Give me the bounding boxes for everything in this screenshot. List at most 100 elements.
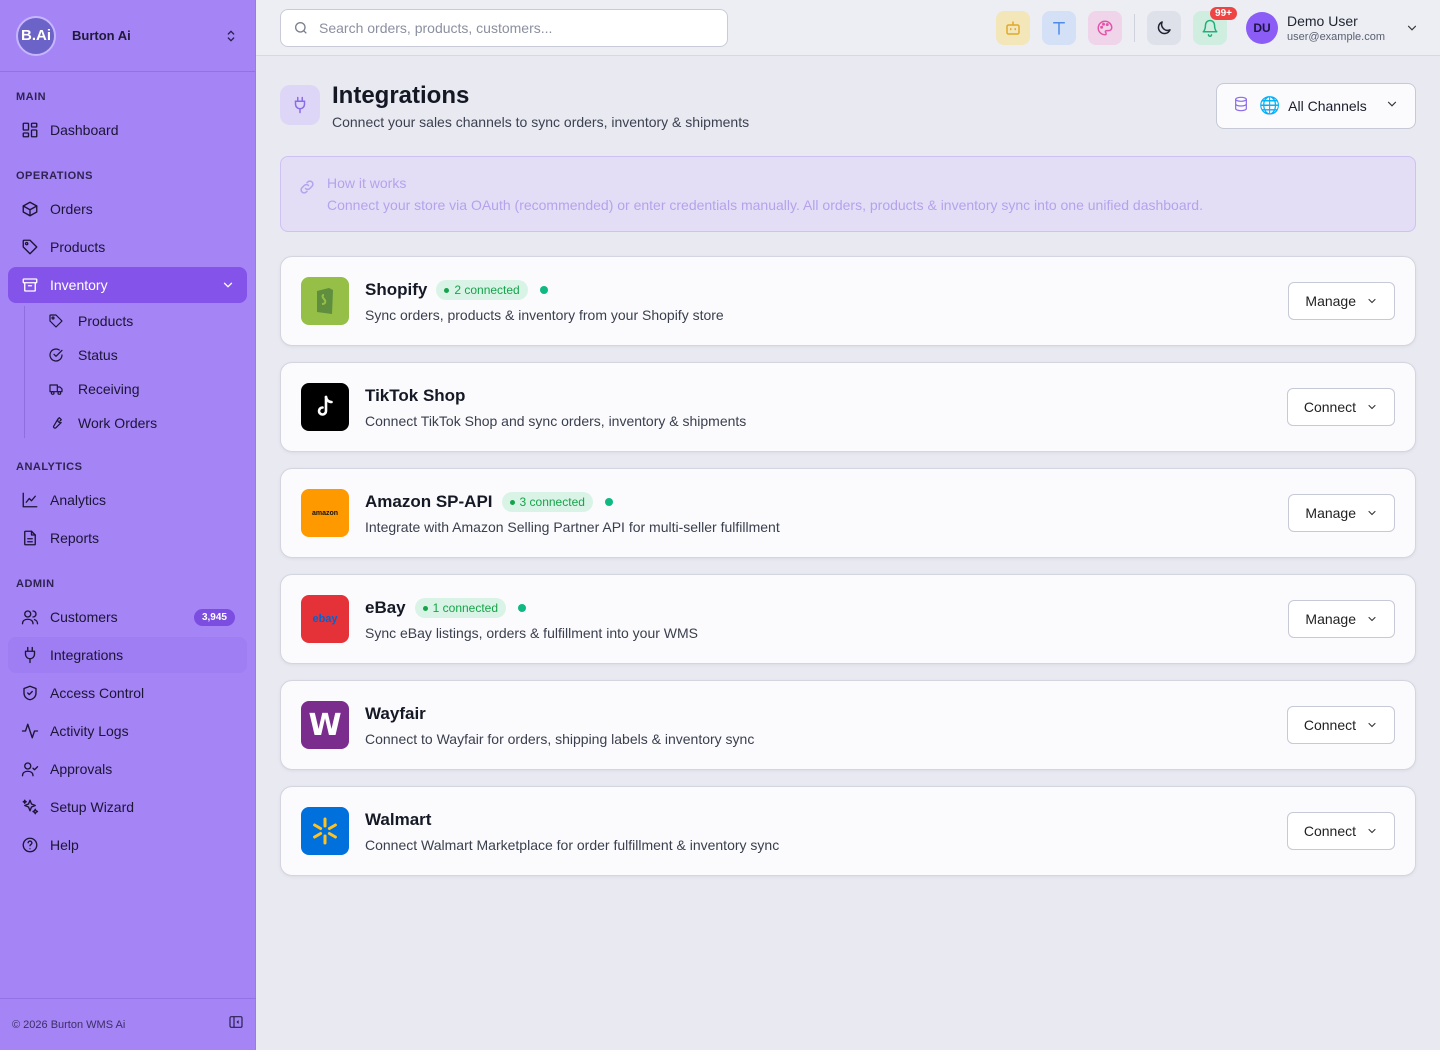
- sidebar-item-customers[interactable]: Customers 3,945: [8, 599, 247, 635]
- status-dot-icon: [444, 287, 450, 293]
- sidebar-item-analytics[interactable]: Analytics: [8, 482, 247, 518]
- dark-mode-toggle[interactable]: [1147, 11, 1181, 45]
- avatar: DU: [1246, 12, 1278, 44]
- palette-icon: [1097, 20, 1113, 36]
- integration-header: Walmart: [365, 810, 431, 830]
- wrench-icon: [48, 414, 66, 432]
- status-text: 1 connected: [432, 601, 499, 615]
- package-icon: [20, 199, 40, 219]
- file-text-icon: [20, 528, 40, 548]
- submenu-guide-line: [24, 306, 25, 438]
- sidebar-subitem-products[interactable]: Products: [40, 305, 141, 337]
- integration-header: eBay 1 connected: [365, 598, 527, 618]
- button-label: Manage: [1305, 505, 1356, 521]
- font-settings-button[interactable]: [1042, 11, 1076, 45]
- sidebar-item-inventory[interactable]: Inventory: [8, 267, 247, 303]
- channel-filter-select[interactable]: 🌐 All Channels: [1216, 83, 1416, 129]
- type-icon: [1053, 22, 1065, 35]
- button-label: Connect: [1303, 399, 1356, 415]
- sidebar-item-dashboard[interactable]: Dashboard: [8, 112, 247, 148]
- how-it-works-banner: How it works Connect your store via OAut…: [280, 156, 1416, 232]
- sidebar-item-activity-logs[interactable]: Activity Logs: [8, 713, 247, 749]
- sidebar-item-label: Integrations: [50, 647, 124, 663]
- sidebar-item-label: Products: [50, 239, 106, 255]
- chevron-down-icon: [1368, 616, 1376, 622]
- user-check-icon: [20, 759, 40, 779]
- truck-icon: [48, 380, 66, 398]
- check-circle-icon: [48, 346, 66, 364]
- ebay-logo-icon: ebay: [301, 595, 349, 643]
- notification-count-badge: 99+: [1210, 7, 1237, 20]
- manage-button[interactable]: Manage: [1288, 494, 1395, 532]
- user-menu[interactable]: DU Demo User user@example.com: [1246, 12, 1419, 44]
- manage-button[interactable]: Manage: [1288, 282, 1395, 320]
- sidebar-item-label: Analytics: [50, 492, 107, 508]
- sidebar-item-help[interactable]: Help: [8, 827, 247, 863]
- manage-button[interactable]: Manage: [1288, 600, 1395, 638]
- sidebar-subitem-work-orders[interactable]: Work Orders: [40, 407, 165, 439]
- chevron-down-icon: [1385, 97, 1399, 116]
- sidebar-item-label: Setup Wizard: [50, 799, 135, 815]
- shield-check-icon: [20, 683, 40, 703]
- sidebar-subitem-status[interactable]: Status: [40, 339, 126, 371]
- integration-card-amazon: amazon Amazon SP-API 3 connected Integra…: [280, 468, 1416, 558]
- integration-card-ebay: ebay eBay 1 connected Sync eBay listings…: [280, 574, 1416, 664]
- sidebar-subitem-receiving[interactable]: Receiving: [40, 373, 147, 405]
- section-label-analytics: ANALYTICS: [16, 461, 83, 473]
- database-icon: [1233, 96, 1249, 117]
- connect-button[interactable]: Connect: [1286, 388, 1395, 426]
- sidebar: B.Ai Burton Ai MAIN Dashboard OPERATIONS…: [0, 0, 256, 1050]
- chevron-down-icon: [1368, 722, 1376, 728]
- sidebar-item-products[interactable]: Products: [8, 229, 247, 265]
- wayfair-logo-icon: W: [301, 701, 349, 749]
- ebay-logo-text: ebay: [312, 613, 338, 625]
- sidebar-item-orders[interactable]: Orders: [8, 191, 247, 227]
- tiktok-logo-icon: [301, 383, 349, 431]
- customers-count-badge: 3,945: [193, 608, 235, 626]
- chevron-down-icon: [1407, 25, 1417, 31]
- sparkles-icon: [20, 797, 40, 817]
- walmart-spark-icon: [301, 807, 349, 855]
- connect-button[interactable]: Connect: [1286, 706, 1395, 744]
- status-dot-icon: [509, 499, 515, 505]
- search-box[interactable]: [280, 9, 728, 47]
- copyright-text: © 2026 Burton WMS Ai: [12, 1018, 126, 1031]
- collapse-sidebar-button[interactable]: [228, 1014, 244, 1035]
- layout-dashboard-icon: [20, 120, 40, 140]
- integration-card-wayfair: W Wayfair Connect to Wayfair for orders,…: [280, 680, 1416, 770]
- sidebar-item-access-control[interactable]: Access Control: [8, 675, 247, 711]
- integration-card-shopify: Shopify 2 connected Sync orders, product…: [280, 256, 1416, 346]
- search-input[interactable]: [319, 20, 715, 36]
- sidebar-item-label: Customers: [50, 609, 118, 625]
- activity-icon: [20, 721, 40, 741]
- sidebar-item-reports[interactable]: Reports: [8, 520, 247, 556]
- help-circle-icon: [20, 835, 40, 855]
- theme-palette-button[interactable]: [1088, 11, 1122, 45]
- info-text: Connect your store via OAuth (recommende…: [327, 197, 1203, 213]
- status-text: 2 connected: [454, 283, 520, 297]
- connected-status-badge: 3 connected: [501, 492, 593, 512]
- status-text: 3 connected: [519, 495, 585, 509]
- sidebar-item-setup-wizard[interactable]: Setup Wizard: [8, 789, 247, 825]
- ai-assistant-button[interactable]: [996, 11, 1030, 45]
- shopify-logo-icon: [301, 277, 349, 325]
- sidebar-item-integrations[interactable]: Integrations: [8, 637, 247, 673]
- topbar: 99+ DU Demo User user@example.com: [256, 0, 1440, 56]
- chevron-down-icon: [1368, 510, 1376, 516]
- integration-card-tiktok: TikTok Shop Connect TikTok Shop and sync…: [280, 362, 1416, 452]
- connect-button[interactable]: Connect: [1286, 812, 1395, 850]
- amazon-logo-icon: amazon: [301, 489, 349, 537]
- globe-icon: 🌐: [1259, 96, 1281, 115]
- chevrons-up-down-icon: [227, 29, 235, 42]
- sidebar-item-approvals[interactable]: Approvals: [8, 751, 247, 787]
- section-label-main: MAIN: [16, 91, 47, 103]
- section-label-operations: OPERATIONS: [16, 170, 93, 182]
- sidebar-item-label: Reports: [50, 530, 100, 546]
- brand-switcher[interactable]: B.Ai Burton Ai: [0, 0, 255, 72]
- user-name: Demo User: [1287, 13, 1358, 29]
- notifications-button[interactable]: 99+: [1193, 7, 1237, 45]
- wayfair-logo-text: W: [308, 707, 342, 743]
- brand-name: Burton Ai: [72, 28, 131, 43]
- button-label: Manage: [1305, 611, 1356, 627]
- integration-description: Sync orders, products & inventory from y…: [365, 307, 724, 323]
